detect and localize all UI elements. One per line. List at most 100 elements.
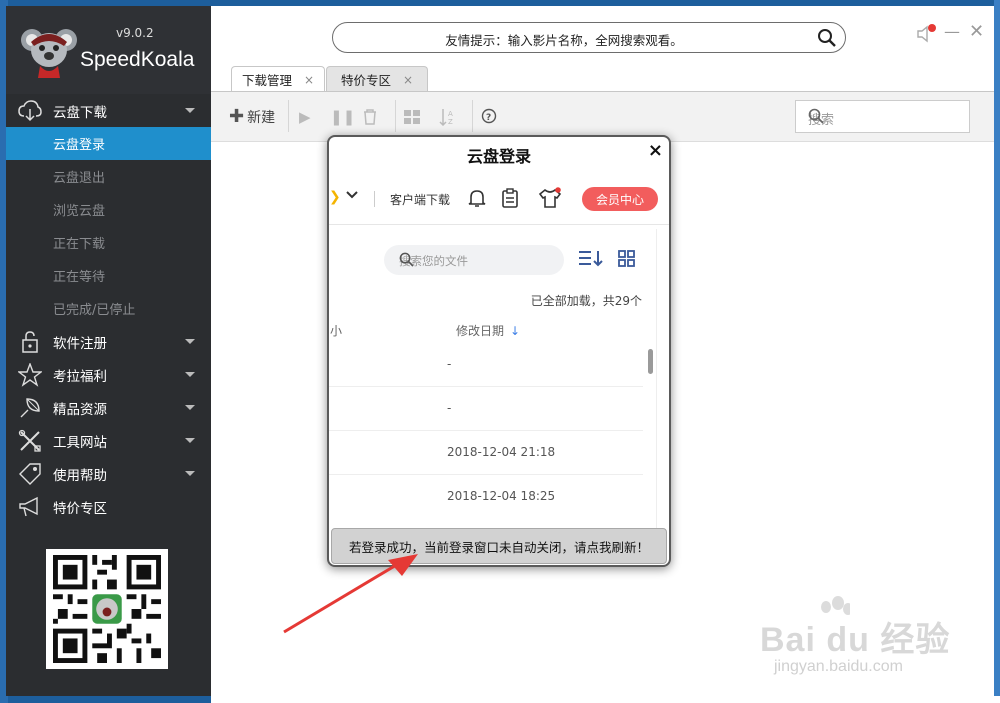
new-task-label: 新建	[247, 109, 276, 126]
brand-header: v9.0.2 SpeedKoala	[6, 6, 211, 94]
help-icon[interactable]: ?	[481, 108, 497, 128]
sort-icon[interactable]: AZ	[438, 108, 458, 130]
nav-group-special-offers[interactable]: 特价专区	[6, 490, 211, 523]
qr-code	[46, 549, 168, 669]
caret-down-icon	[185, 471, 195, 476]
close-window-icon[interactable]: ✕	[969, 21, 984, 42]
tag-icon	[18, 462, 42, 486]
column-header-date[interactable]: 修改日期 ↓	[456, 322, 520, 339]
clipboard-icon[interactable]	[502, 188, 518, 212]
bell-icon[interactable]	[468, 188, 486, 212]
chevron-down-icon[interactable]	[345, 189, 359, 204]
row-date: 2018-12-04 18:25	[447, 489, 556, 503]
table-row[interactable]: -	[329, 343, 643, 387]
search-icon[interactable]	[399, 252, 556, 270]
annotation-arrow	[283, 554, 418, 634]
tab-close-icon[interactable]: ×	[403, 73, 413, 87]
nav-sub-cloud-logout[interactable]: 云盘退出	[6, 160, 211, 193]
leaf-icon	[18, 396, 42, 420]
cloud-login-dialog: 云盘登录 × ❯ 客户端下载 会员中心 搜索您的文件 已全部加载，共29个 小 …	[327, 135, 671, 567]
column-header-date-label: 修改日期	[456, 324, 505, 338]
svg-text:A: A	[448, 110, 453, 118]
tshirt-icon[interactable]	[538, 187, 562, 213]
toolbar-search-input[interactable]: 搜索	[795, 100, 970, 133]
watermark-url: jingyan.baidu.com	[774, 658, 903, 675]
file-search-input[interactable]: 搜索您的文件	[384, 245, 564, 275]
row-date: -	[447, 357, 452, 371]
nav-group-label: 软件注册	[53, 335, 107, 352]
tab-special-offers[interactable]: 特价专区 ×	[326, 66, 428, 92]
scrollbar-thumb[interactable]	[648, 349, 653, 374]
search-hint: 友情提示：输入影片名称，全网搜索观看。	[445, 33, 683, 48]
global-search-box[interactable]: 友情提示：输入影片名称，全网搜索观看。	[332, 22, 846, 53]
desktop-strip-bottom	[211, 696, 1000, 703]
cloud-header-bar: ❯ 客户端下载 会员中心	[329, 175, 669, 225]
dialog-title: 云盘登录	[466, 147, 531, 166]
nav-group-label: 考拉福利	[53, 368, 107, 385]
title-bar: 友情提示：输入影片名称，全网搜索观看。 — ✕	[211, 6, 994, 64]
tab-download-manager[interactable]: 下载管理 ×	[231, 66, 325, 92]
caret-down-icon	[185, 438, 195, 443]
nav-sub-cloud-login[interactable]: 云盘登录	[6, 127, 211, 160]
header-divider	[374, 191, 375, 207]
sidebar: v9.0.2 SpeedKoala 云盘下载 云盘登录 云盘退出 浏览云盘 正在…	[6, 6, 211, 696]
caret-down-icon	[185, 405, 195, 410]
close-icon[interactable]: ×	[648, 140, 663, 161]
tab-close-icon[interactable]: ×	[304, 73, 314, 87]
nav-group-label: 云盘下载	[53, 104, 107, 121]
koala-logo	[21, 29, 77, 78]
delete-icon[interactable]	[361, 108, 379, 130]
caret-down-icon	[185, 108, 195, 113]
nav-group-registration[interactable]: 软件注册	[6, 325, 211, 358]
search-icon[interactable]	[817, 28, 837, 52]
play-icon[interactable]: ▶	[299, 108, 311, 126]
row-date: -	[447, 401, 452, 415]
search-icon[interactable]	[808, 108, 961, 128]
sort-down-icon: ↓	[510, 324, 521, 338]
app-version: v9.0.2	[116, 26, 154, 40]
nav-group-premium-resources[interactable]: 精品资源	[6, 391, 211, 424]
nav-group-koala-welfare[interactable]: 考拉福利	[6, 358, 211, 391]
nav-sub-browse-cloud[interactable]: 浏览云盘	[6, 193, 211, 226]
row-date: 2018-12-04 21:18	[447, 445, 556, 459]
file-list-panel: 搜索您的文件 已全部加载，共29个 小 修改日期 ↓ - - 2018-12-04…	[329, 229, 657, 529]
nav-group-tool-sites[interactable]: 工具网站	[6, 424, 211, 457]
toolbar-divider	[288, 100, 289, 132]
chevron-right-icon: ❯	[329, 189, 341, 205]
desktop-edge-right	[994, 0, 1000, 703]
tab-label: 下载管理	[241, 73, 292, 88]
table-row[interactable]: 2018-12-04 21:18	[329, 431, 643, 475]
table-row[interactable]: -	[329, 387, 643, 431]
toolbar-divider	[395, 100, 396, 132]
toolbar-divider	[472, 100, 473, 132]
nav-group-help[interactable]: 使用帮助	[6, 457, 211, 490]
megaphone-icon	[18, 495, 42, 519]
nav-group-label: 使用帮助	[53, 467, 107, 484]
loaded-count: 已全部加载，共29个	[530, 294, 642, 308]
speaker-icon[interactable]	[916, 24, 938, 48]
caret-down-icon	[185, 339, 195, 344]
watermark-brand: Bai du 经验	[760, 621, 951, 659]
nav-group-label: 特价专区	[53, 500, 107, 517]
grid-view-icon[interactable]	[403, 108, 421, 130]
plus-icon: ✚	[229, 106, 245, 127]
vip-center-button[interactable]: 会员中心	[582, 187, 658, 211]
column-header-size[interactable]: 小	[330, 322, 342, 339]
caret-down-icon	[185, 372, 195, 377]
pause-icon[interactable]: ❚❚	[330, 108, 355, 126]
sort-list-icon[interactable]	[578, 249, 604, 271]
app-name: SpeedKoala	[80, 48, 195, 71]
nav-sub-downloading[interactable]: 正在下载	[6, 226, 211, 259]
nav-group-cloud-download[interactable]: 云盘下载	[6, 94, 211, 127]
table-row[interactable]: 2018-12-04 18:25	[329, 475, 643, 519]
svg-text:Z: Z	[448, 118, 453, 126]
client-download-link[interactable]: 客户端下载	[390, 191, 450, 208]
nav-group-label: 精品资源	[53, 401, 107, 418]
nav-sub-waiting[interactable]: 正在等待	[6, 259, 211, 292]
minimize-icon[interactable]: —	[944, 22, 960, 41]
new-task-button[interactable]: ✚ 新建	[229, 106, 275, 127]
svg-text:?: ?	[486, 113, 491, 123]
grid-view-icon[interactable]	[618, 250, 635, 271]
nav-sub-finished[interactable]: 已完成/已停止	[6, 292, 211, 325]
tools-icon	[18, 429, 42, 453]
